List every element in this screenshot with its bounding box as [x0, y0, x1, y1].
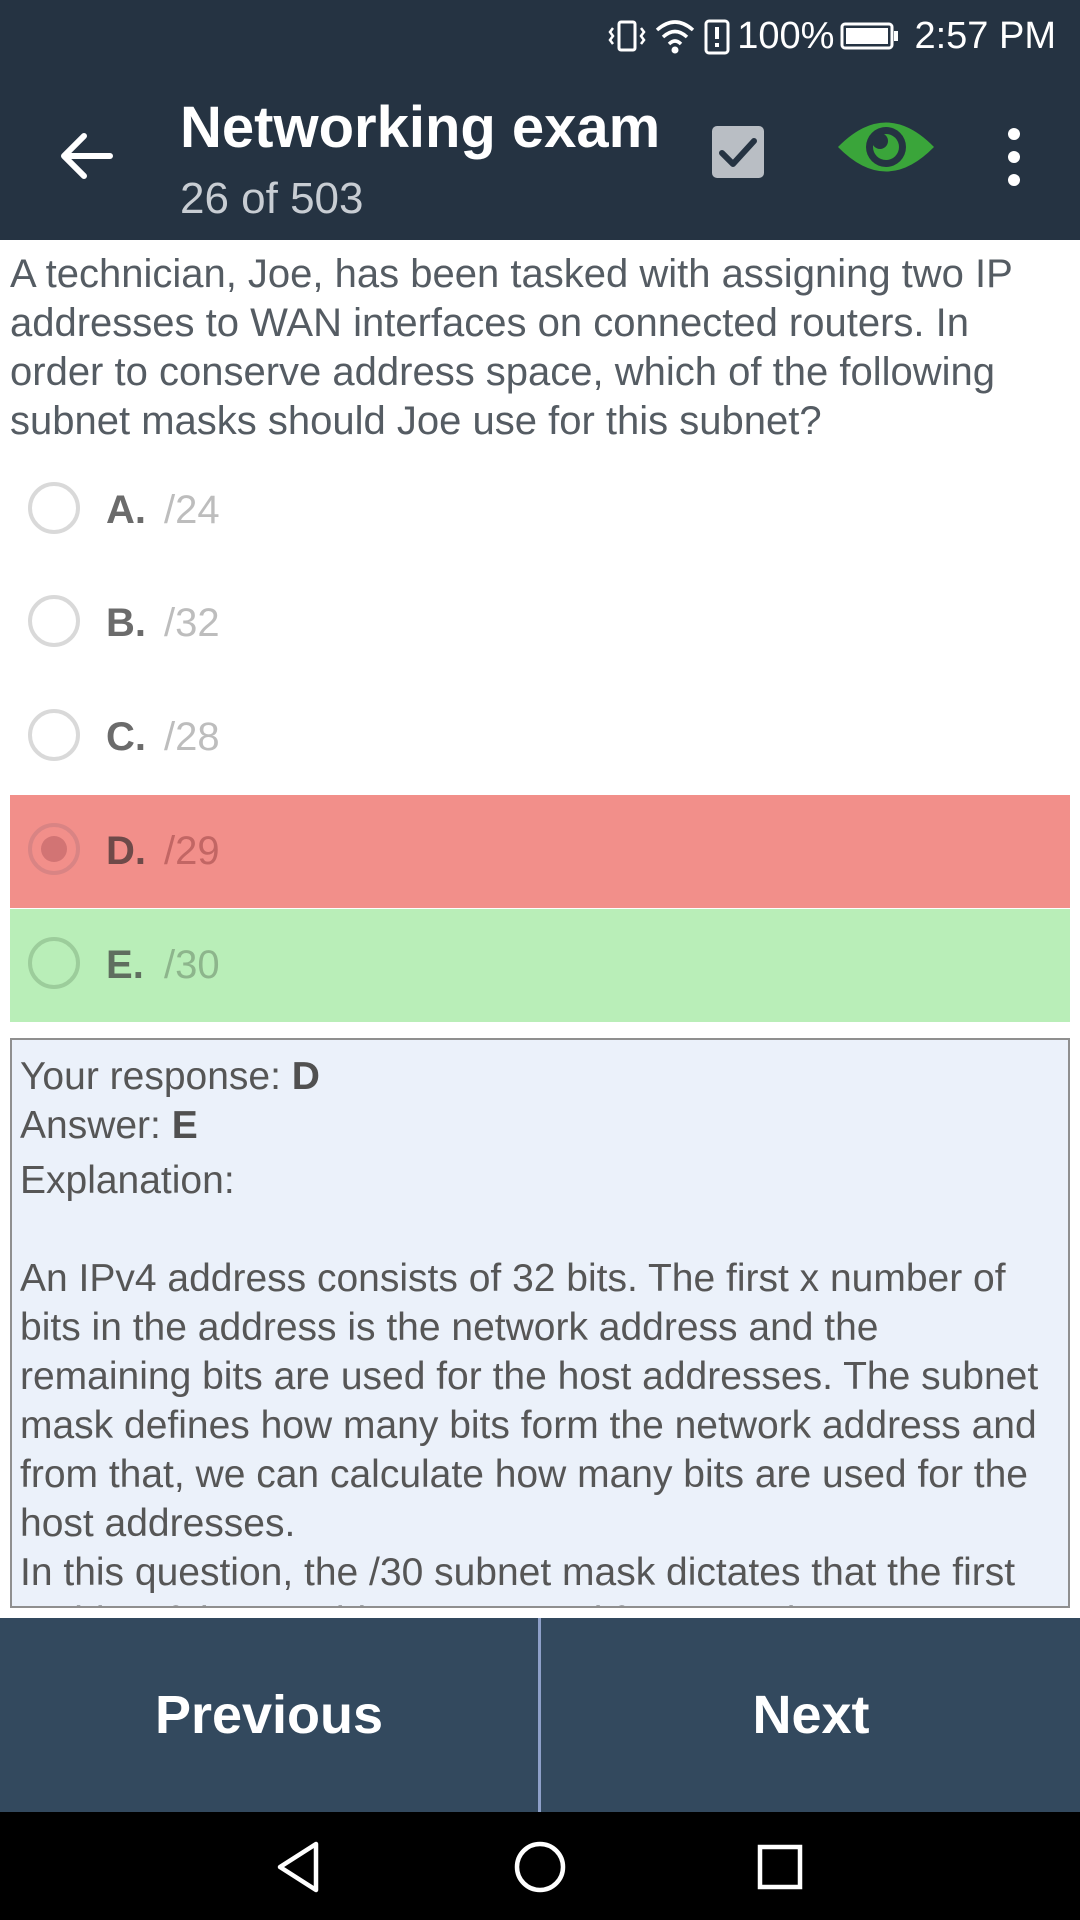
system-back-button[interactable]: [270, 1838, 328, 1896]
radio-button[interactable]: [28, 937, 80, 989]
option-letter: B.: [106, 601, 147, 645]
page-title: Networking exam: [180, 95, 661, 160]
divider: [538, 1618, 541, 1812]
question-text: A technician, Joe, has been tasked with …: [10, 252, 1013, 443]
show-answer-button[interactable]: [836, 116, 940, 196]
explanation-content: Your response: D Answer: E Explanation: …: [20, 1052, 1060, 1606]
system-nav-bar: [0, 1812, 1080, 1920]
square-recents-icon: [757, 1844, 803, 1890]
back-button[interactable]: [48, 118, 124, 194]
system-recents-button[interactable]: [751, 1838, 809, 1896]
explanation-body: An IPv4 address consists of 32 bits. The…: [20, 1257, 1039, 1545]
circle-home-icon: [514, 1841, 566, 1893]
more-vert-icon: [1008, 128, 1020, 186]
radio-button[interactable]: [28, 709, 80, 761]
option-a[interactable]: A. /24: [10, 454, 1070, 567]
option-letter: E.: [106, 943, 144, 987]
previous-button[interactable]: Previous: [0, 1618, 538, 1812]
option-d[interactable]: D. /29: [10, 795, 1070, 908]
explanation-body-continued: In this question, the /30 subnet mask di…: [20, 1551, 1016, 1606]
question-counter: 26 of 503: [180, 174, 364, 223]
clock: 2:57 PM: [914, 14, 1056, 57]
wifi-icon: [653, 16, 697, 56]
option-letter: D.: [106, 829, 147, 873]
radio-dot: [41, 836, 67, 862]
option-letter: C.: [106, 715, 147, 759]
next-button[interactable]: Next: [542, 1618, 1080, 1812]
overflow-menu-button[interactable]: [1000, 124, 1028, 190]
app-bar: Networking exam 26 of 503: [0, 72, 1080, 240]
system-home-button[interactable]: [511, 1838, 569, 1896]
checkbox-checked-icon: [712, 126, 764, 178]
option-letter: A.: [106, 488, 147, 532]
battery-icon: [840, 21, 900, 51]
correct-answer: Answer: E: [20, 1104, 198, 1147]
eye-icon: [838, 122, 934, 172]
radio-button[interactable]: [28, 595, 80, 647]
option-b[interactable]: B. /32: [10, 567, 1070, 680]
radio-button[interactable]: [28, 482, 80, 534]
option-e[interactable]: E. /30: [10, 909, 1070, 1022]
status-bar: 100% 2:57 PM: [0, 0, 1080, 72]
battery-percent: 100%: [737, 14, 835, 57]
bottom-navigation: Previous Next: [0, 1618, 1080, 1812]
status-icons: 100% 2:57 PM: [607, 0, 1056, 72]
option-value: /28: [164, 715, 220, 759]
vibrate-icon: [607, 16, 647, 56]
check-answer-button[interactable]: [710, 124, 776, 190]
option-c[interactable]: C. /28: [10, 681, 1070, 794]
triangle-back-icon: [277, 1841, 319, 1893]
explanation-panel[interactable]: Your response: D Answer: E Explanation: …: [10, 1038, 1070, 1608]
explanation-heading: Explanation:: [20, 1159, 235, 1202]
your-response: Your response: D: [20, 1055, 320, 1098]
option-value: /24: [164, 488, 220, 532]
option-value: /30: [164, 943, 220, 987]
arrow-left-icon: [61, 133, 113, 179]
radio-button-selected[interactable]: [28, 823, 80, 875]
battery-saver-icon: [703, 16, 731, 56]
option-value: /29: [164, 829, 220, 873]
option-value: /32: [164, 601, 220, 645]
